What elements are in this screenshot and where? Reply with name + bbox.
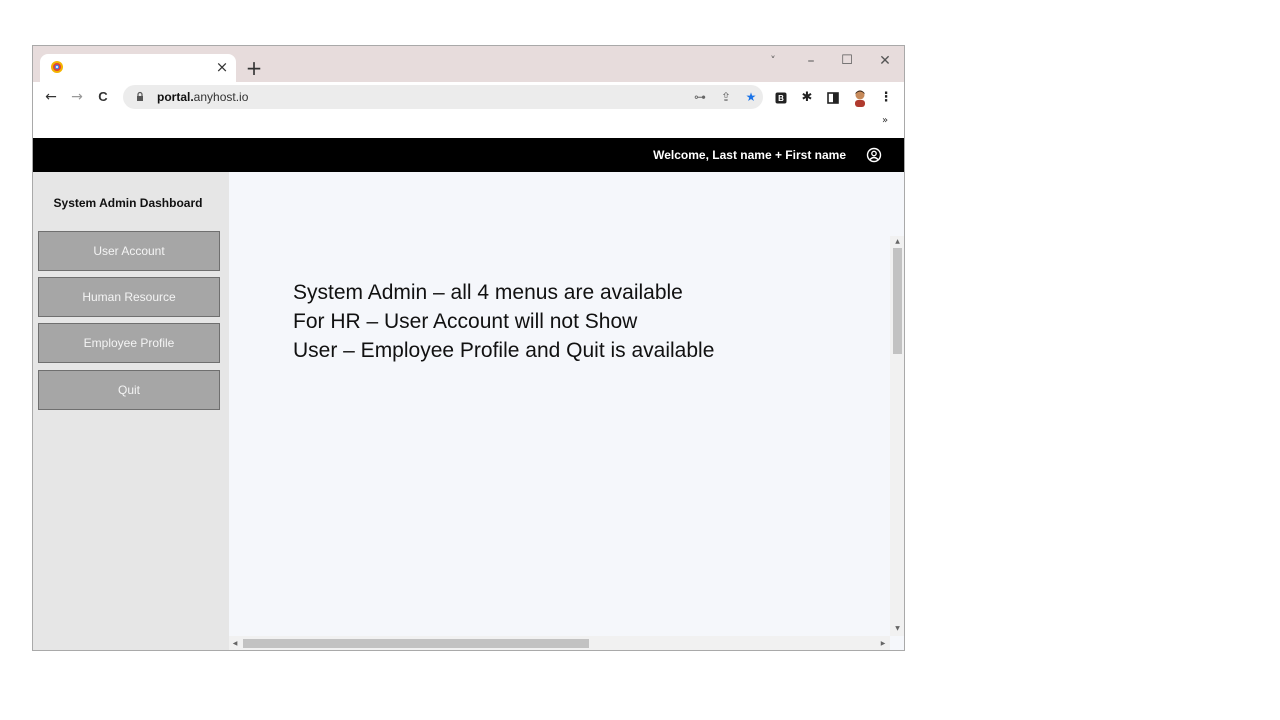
close-icon[interactable]: ×: [214, 58, 230, 76]
note-line: User – Employee Profile and Quit is avai…: [293, 339, 715, 362]
main-content: System Admin – all 4 menus are available…: [229, 172, 904, 650]
user-circle-icon[interactable]: [866, 147, 882, 163]
tab-strip: × + ˅ – ☐ ✕: [33, 46, 904, 82]
vertical-scrollbar[interactable]: ▲ ▼: [890, 236, 904, 636]
url-domain: portal.: [157, 90, 194, 104]
menu-quit-button[interactable]: Quit: [38, 370, 220, 410]
svg-text:B: B: [778, 94, 784, 103]
url-host: anyhost.io: [193, 90, 249, 104]
share-icon[interactable]: ⇪: [717, 88, 735, 106]
app-favicon-icon: [51, 61, 63, 73]
horizontal-scroll-thumb[interactable]: [243, 639, 589, 648]
menu-employee-profile-button[interactable]: Employee Profile: [38, 323, 220, 363]
new-tab-button[interactable]: +: [243, 57, 265, 79]
forward-icon[interactable]: →: [67, 88, 87, 106]
app-header: Welcome, Last name + First name: [33, 138, 904, 172]
sidebar-title: System Admin Dashboard: [53, 196, 203, 210]
sidepanel-icon[interactable]: [824, 89, 842, 107]
star-icon[interactable]: ★: [742, 88, 760, 106]
role-notes: System Admin – all 4 menus are available…: [293, 278, 714, 365]
back-icon[interactable]: ←: [41, 88, 61, 106]
kebab-menu-icon[interactable]: ⋮: [877, 89, 895, 107]
vertical-scroll-thumb[interactable]: [893, 248, 902, 354]
scroll-up-icon[interactable]: ▲: [893, 238, 902, 246]
browser-tab[interactable]: ×: [40, 54, 236, 82]
bookmarks-overflow-icon[interactable]: »: [882, 115, 888, 126]
url-text[interactable]: portal.anyhost.io: [157, 88, 248, 106]
extension-b-icon[interactable]: B: [772, 89, 790, 107]
menu-user-account-button[interactable]: User Account: [38, 231, 220, 271]
scroll-left-icon[interactable]: ◀: [231, 639, 239, 648]
scroll-down-icon[interactable]: ▼: [893, 625, 902, 633]
note-line: System Admin – all 4 menus are available: [293, 281, 683, 304]
horizontal-scrollbar[interactable]: ◀ ▶: [229, 636, 890, 650]
reload-icon[interactable]: C: [93, 88, 113, 106]
key-icon[interactable]: ⊶: [691, 88, 709, 106]
lock-icon: [137, 91, 143, 101]
menu-human-resource-button[interactable]: Human Resource: [38, 277, 220, 317]
maximize-icon[interactable]: ☐: [834, 51, 860, 71]
profile-avatar-icon[interactable]: [851, 89, 869, 107]
address-bar[interactable]: portal.anyhost.io ⊶ ⇪ ★: [123, 85, 763, 109]
chevron-down-icon[interactable]: ˅: [760, 51, 786, 71]
scroll-right-icon[interactable]: ▶: [879, 639, 887, 648]
welcome-text: Welcome, Last name + First name: [653, 148, 846, 162]
browser-window: × + ˅ – ☐ ✕ ← → C portal.anyhost.io ⊶ ⇪ …: [32, 45, 905, 651]
window-close-icon[interactable]: ✕: [872, 51, 898, 71]
note-line: For HR – User Account will not Show: [293, 310, 638, 333]
sidebar: System Admin Dashboard User Account Huma…: [33, 172, 229, 650]
minimize-icon[interactable]: –: [798, 51, 824, 71]
puzzle-icon[interactable]: ✱: [798, 89, 816, 107]
browser-toolbar: ← → C portal.anyhost.io ⊶ ⇪ ★ B ✱ ⋮ »: [33, 82, 904, 138]
